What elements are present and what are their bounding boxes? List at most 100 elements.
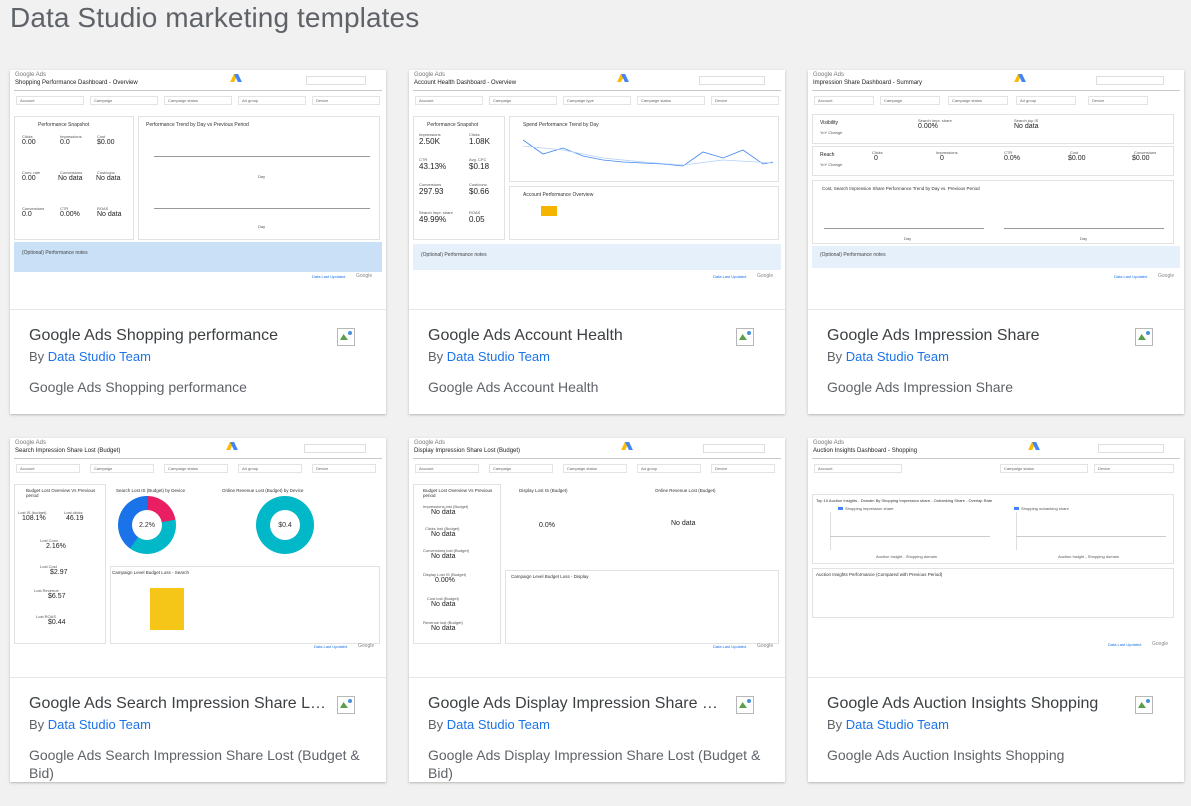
card-title[interactable]: Google Ads Impression Share bbox=[827, 326, 1125, 346]
thumb-section-title: Auction Insights Performance (Compared w… bbox=[816, 572, 943, 577]
thumb-filter: Account bbox=[415, 96, 483, 105]
thumb-footer-brand: Google bbox=[358, 643, 375, 649]
thumb-date-range bbox=[304, 444, 366, 453]
author-link[interactable]: Data Studio Team bbox=[48, 717, 151, 732]
card-description: Google Ads Shopping performance bbox=[29, 379, 247, 395]
thumb-filter: Campaign status bbox=[637, 96, 705, 105]
thumb-filter: Device bbox=[711, 96, 779, 105]
metric-value: $6.57 bbox=[48, 593, 66, 600]
thumb-section-title: Budget Lost Overview Vs Previous period bbox=[423, 488, 493, 498]
template-card-shopping-performance[interactable]: Google Ads Shopping Performance Dashboar… bbox=[10, 70, 386, 414]
thumb-logo: Google Ads bbox=[813, 440, 845, 446]
thumb-chart-line bbox=[824, 228, 984, 229]
thumb-divider bbox=[413, 90, 781, 91]
broken-image-icon bbox=[337, 328, 355, 346]
template-card-search-is-lost[interactable]: Google Ads Search Impression Share Lost … bbox=[10, 438, 386, 782]
thumb-footer-link: Data Last Updated bbox=[1108, 642, 1142, 647]
thumb-date-range bbox=[699, 76, 765, 85]
broken-image-icon bbox=[337, 696, 355, 714]
thumb-notes-panel: (Optional) Performance notes bbox=[14, 242, 382, 272]
thumb-section-title: Performance Snapshot bbox=[38, 122, 90, 128]
template-card-auction-insights[interactable]: Google Ads Auction Insights Dashboard - … bbox=[808, 438, 1184, 782]
author-prefix: By bbox=[29, 349, 45, 364]
metric-value: 2.50K bbox=[419, 137, 440, 146]
template-card-account-health[interactable]: Google Ads Account Health Dashboard - Ov… bbox=[409, 70, 785, 414]
author-prefix: By bbox=[428, 717, 444, 732]
metric-value: 0.05 bbox=[469, 215, 485, 224]
metric-value: $0.00 bbox=[1068, 155, 1086, 162]
card-title[interactable]: Google Ads Shopping performance bbox=[29, 326, 327, 346]
template-thumbnail[interactable]: Google Ads Auction Insights Dashboard - … bbox=[808, 438, 1184, 678]
author-link[interactable]: Data Studio Team bbox=[48, 349, 151, 364]
thumb-filter: Campaign bbox=[489, 96, 557, 105]
thumb-filter: Account bbox=[814, 464, 902, 473]
template-thumbnail[interactable]: Google Ads Impression Share Dashboard - … bbox=[808, 70, 1184, 310]
card-author-line: By Data Studio Team bbox=[827, 349, 1166, 365]
template-thumbnail[interactable]: Google Ads Search Impression Share Lost … bbox=[10, 438, 386, 678]
metric-value: 0.0 bbox=[60, 139, 70, 146]
broken-image-icon bbox=[736, 328, 754, 346]
thumb-row-label: Reach bbox=[820, 152, 835, 158]
thumb-logo: Google Ads bbox=[15, 72, 47, 78]
card-title[interactable]: Google Ads Auction Insights Shopping bbox=[827, 694, 1125, 714]
card-author-line: By Data Studio Team bbox=[827, 717, 1166, 733]
metric-value: No data bbox=[431, 531, 456, 538]
thumb-axis-label: Auction Insight - Shopping domain bbox=[1058, 554, 1119, 559]
template-card-impression-share[interactable]: Google Ads Impression Share Dashboard - … bbox=[808, 70, 1184, 414]
google-ads-icon bbox=[619, 73, 628, 82]
thumb-filter: Campaign bbox=[90, 464, 154, 473]
card-title[interactable]: Google Ads Search Impression Share Lost … bbox=[29, 694, 327, 714]
thumb-footer-link: Data Last Updated bbox=[713, 274, 747, 279]
metric-value: No data bbox=[96, 175, 121, 182]
template-card-display-is-lost[interactable]: Google Ads Display Impression Share Lost… bbox=[409, 438, 785, 782]
thumb-visibility-row bbox=[812, 114, 1174, 144]
template-thumbnail[interactable]: Google Ads Shopping Performance Dashboar… bbox=[10, 70, 386, 310]
metric-value: 0.0% bbox=[1004, 155, 1020, 162]
metric-value: No data bbox=[1014, 123, 1039, 130]
thumb-filter: Campaign bbox=[880, 96, 940, 105]
thumb-divider bbox=[413, 458, 781, 459]
thumb-filter: Campaign status bbox=[1000, 464, 1088, 473]
thumb-axis-label: Day bbox=[1080, 236, 1088, 241]
template-thumbnail[interactable]: Google Ads Display Impression Share Lost… bbox=[409, 438, 785, 678]
thumb-filter: Campaign status bbox=[948, 96, 1008, 105]
thumb-filter: Ad group bbox=[1016, 96, 1076, 105]
thumb-footer-brand: Google bbox=[757, 643, 774, 649]
author-prefix: By bbox=[428, 349, 444, 364]
thumb-heat-cell bbox=[150, 588, 184, 630]
card-title[interactable]: Google Ads Account Health bbox=[428, 326, 726, 346]
author-link[interactable]: Data Studio Team bbox=[846, 717, 949, 732]
thumb-footer-link: Data Last Updated bbox=[713, 644, 747, 649]
thumb-section-title: Account Performance Overview bbox=[523, 192, 594, 198]
card-description: Google Ads Search Impression Share Lost … bbox=[29, 747, 360, 781]
metric-value: No data bbox=[431, 553, 456, 560]
author-link[interactable]: Data Studio Team bbox=[447, 717, 550, 732]
broken-image-icon bbox=[1135, 696, 1153, 714]
thumb-logo: Google Ads bbox=[15, 440, 47, 446]
thumb-section-title: Top 10 Auction Insights - Domain By Shop… bbox=[816, 498, 993, 503]
metric-value: 0.00% bbox=[60, 211, 80, 218]
thumb-line-chart bbox=[523, 139, 773, 167]
metric-value: 297.93 bbox=[419, 187, 444, 196]
author-link[interactable]: Data Studio Team bbox=[447, 349, 550, 364]
thumb-date-range bbox=[306, 76, 366, 85]
thumb-footer-link: Data Last Updated bbox=[314, 644, 348, 649]
thumb-footer-link: Data Last Updated bbox=[1114, 274, 1148, 279]
thumb-section-title: Online Revenue Lost (Budget) bbox=[655, 488, 716, 493]
author-link[interactable]: Data Studio Team bbox=[846, 349, 949, 364]
thumb-axis-label: Auction Insight - Shopping domain bbox=[876, 554, 937, 559]
thumb-table-panel bbox=[505, 570, 779, 644]
metric-value: 0.00% bbox=[435, 577, 455, 584]
thumb-divider bbox=[14, 458, 382, 459]
thumb-date-range bbox=[1098, 444, 1164, 453]
card-description: Google Ads Auction Insights Shopping bbox=[827, 747, 1065, 763]
google-ads-icon bbox=[623, 441, 632, 450]
template-thumbnail[interactable]: Google Ads Account Health Dashboard - Ov… bbox=[409, 70, 785, 310]
metric-value: No data bbox=[431, 601, 456, 608]
thumb-axis bbox=[1016, 512, 1017, 550]
thumb-section-title: Performance Trend by Day vs Previous Per… bbox=[146, 122, 249, 128]
thumb-row-label: Visibility bbox=[820, 120, 838, 126]
thumb-logo: Google Ads bbox=[813, 72, 845, 78]
card-title[interactable]: Google Ads Display Impression Share Lost… bbox=[428, 694, 726, 714]
thumb-axis-label: Day bbox=[258, 174, 266, 179]
